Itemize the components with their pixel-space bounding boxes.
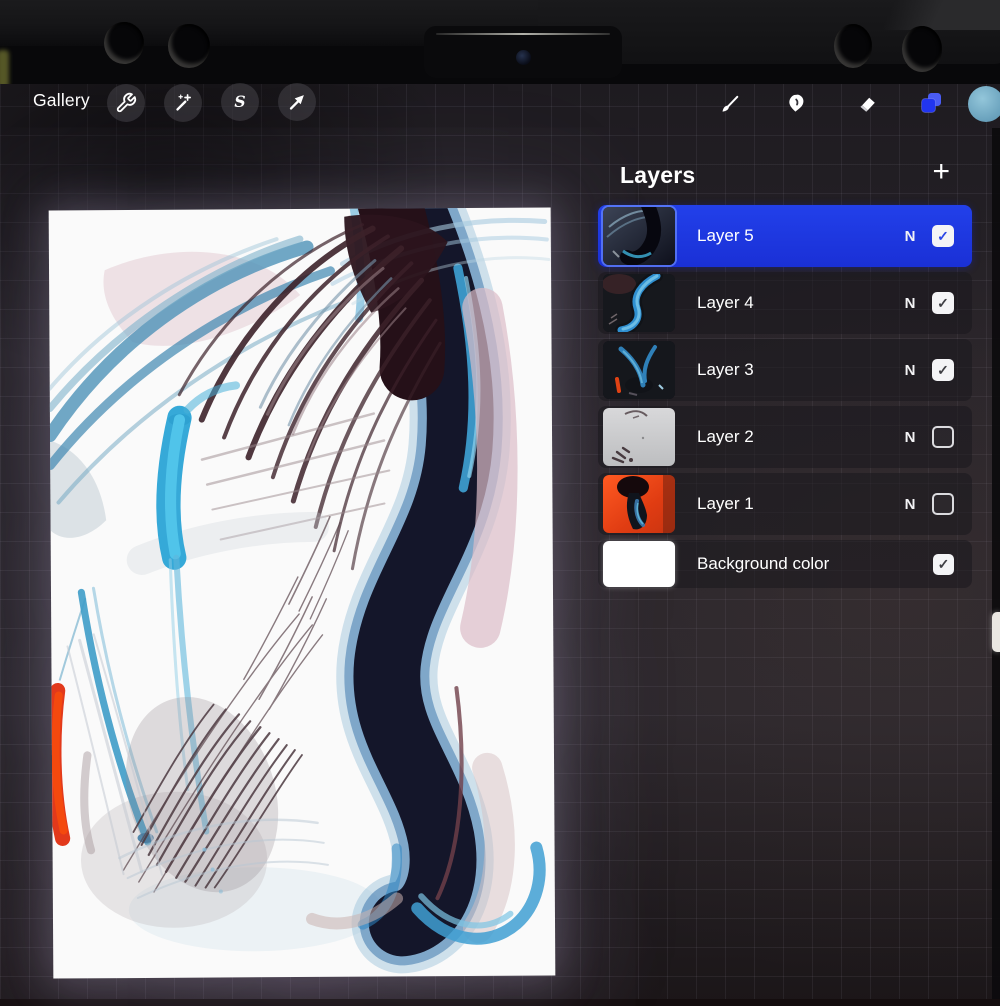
color-swatch-button[interactable] <box>968 86 1000 122</box>
arrow-icon <box>286 91 308 113</box>
smudge-finger-icon <box>784 92 808 116</box>
blend-mode-badge[interactable]: N <box>898 496 922 513</box>
eraser-icon <box>855 92 879 116</box>
layer-row-background-color[interactable]: Background color ✓ <box>598 540 972 588</box>
visibility-checkbox[interactable] <box>932 426 954 448</box>
speaker-hole <box>168 24 210 68</box>
visibility-checkbox[interactable] <box>932 493 954 515</box>
check-icon: ✓ <box>937 362 949 378</box>
layer-thumbnail[interactable] <box>603 207 675 265</box>
ipad-case-bezel <box>0 0 1000 84</box>
canvas-artwork <box>48 207 551 974</box>
layers-panel: Layers + Layer 5 N ✓ Layer 4 N ✓ Layer 3… <box>598 145 972 593</box>
layer-row-layer-1[interactable]: Layer 1 N <box>598 473 972 535</box>
layer-name: Layer 2 <box>697 427 754 446</box>
right-bezel-edge <box>992 128 1000 1006</box>
layer-thumbnail[interactable] <box>603 475 675 533</box>
check-icon: ✓ <box>937 295 949 311</box>
layer-row-layer-4[interactable]: Layer 4 N ✓ <box>598 272 972 334</box>
visibility-checkbox[interactable]: ✓ <box>932 292 954 314</box>
layer-name: Background color <box>697 554 830 573</box>
layer-name: Layer 3 <box>697 360 754 379</box>
blend-mode-badge[interactable]: N <box>898 295 922 312</box>
screen-edge-reflection <box>436 33 610 35</box>
check-icon: ✓ <box>937 228 949 244</box>
blend-mode-badge[interactable]: N <box>898 362 922 379</box>
layer-row-layer-3[interactable]: Layer 3 N ✓ <box>598 339 972 401</box>
brush-icon <box>718 92 742 116</box>
speaker-hole <box>104 22 144 64</box>
gallery-button[interactable]: Gallery <box>33 90 90 111</box>
canvas[interactable] <box>48 207 556 979</box>
background-sliver <box>0 50 9 84</box>
speaker-hole <box>834 24 872 68</box>
brush-tool-button[interactable] <box>711 85 749 123</box>
add-layer-button[interactable]: + <box>932 155 950 189</box>
actions-button[interactable] <box>107 84 145 122</box>
layer-row-layer-5[interactable]: Layer 5 N ✓ <box>598 205 972 267</box>
eraser-tool-button[interactable] <box>848 85 886 123</box>
camera-notch <box>424 26 622 78</box>
speaker-hole <box>902 26 942 72</box>
visibility-checkbox[interactable]: ✓ <box>932 225 954 247</box>
check-icon: ✓ <box>937 556 950 572</box>
blend-mode-badge[interactable]: N <box>898 228 922 245</box>
layer-name: Layer 5 <box>697 226 754 245</box>
selection-icon: S <box>229 91 251 113</box>
layers-panel-header: Layers + <box>598 145 972 205</box>
background-color-thumbnail[interactable] <box>603 541 675 587</box>
layer-name: Layer 4 <box>697 293 754 312</box>
selection-glyph: S <box>234 92 245 111</box>
layers-panel-button[interactable] <box>912 84 950 122</box>
case-corner <box>810 0 1000 30</box>
bottom-bezel-edge <box>0 999 1000 1006</box>
selection-button[interactable]: S <box>221 83 259 121</box>
visibility-checkbox[interactable]: ✓ <box>933 553 954 575</box>
layer-thumbnail[interactable] <box>603 408 675 466</box>
wrench-icon <box>115 92 137 114</box>
layer-row-layer-2[interactable]: Layer 2 N <box>598 406 972 468</box>
visibility-checkbox[interactable]: ✓ <box>932 359 954 381</box>
magic-wand-icon <box>172 92 194 114</box>
layers-panel-title: Layers <box>620 161 696 188</box>
layers-icon <box>918 90 944 116</box>
layer-thumbnail[interactable] <box>603 341 675 399</box>
smudge-tool-button[interactable] <box>777 85 815 123</box>
side-tab <box>992 612 1000 652</box>
camera-lens <box>516 50 531 65</box>
procreate-screenshot: Gallery S Layers + Layer 5 N ✓ Layer 4 N… <box>0 0 1000 1006</box>
layer-name: Layer 1 <box>697 494 754 513</box>
adjustments-button[interactable] <box>164 84 202 122</box>
transform-button[interactable] <box>278 83 316 121</box>
layer-thumbnail[interactable] <box>603 274 675 332</box>
blend-mode-badge[interactable]: N <box>898 429 922 446</box>
